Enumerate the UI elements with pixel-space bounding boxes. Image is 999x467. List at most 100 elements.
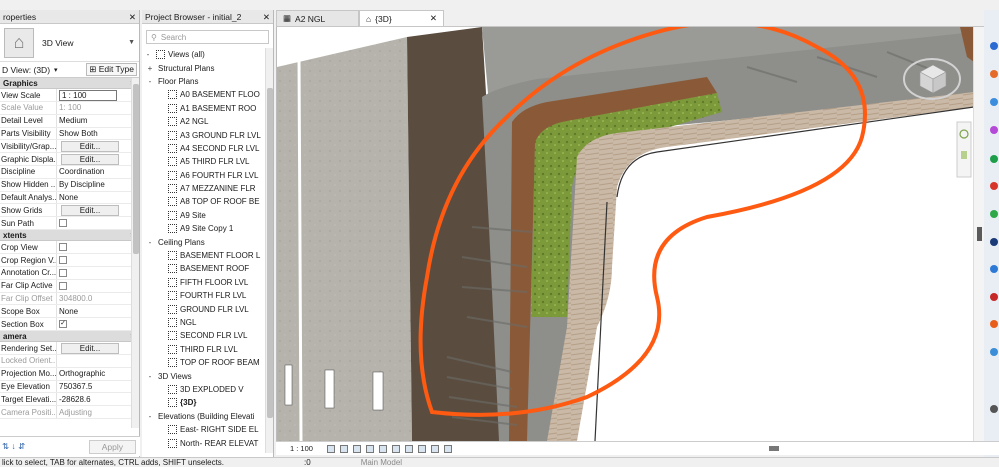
properties-scrollbar[interactable] xyxy=(131,78,139,428)
property-value[interactable]: Orthographic xyxy=(59,369,105,378)
browser-item[interactable]: 3D EXPLODED V xyxy=(142,383,273,396)
browser-item[interactable]: + Structural Plans xyxy=(142,61,273,74)
app-icon[interactable] xyxy=(990,293,998,301)
app-icon[interactable] xyxy=(990,320,998,328)
apply-button[interactable]: Apply xyxy=(88,439,136,454)
browser-item[interactable]: BASEMENT ROOF xyxy=(142,262,273,275)
browser-item[interactable]: SECOND FLR LVL xyxy=(142,329,273,342)
browser-item[interactable]: North- REAR ELEVAT xyxy=(142,436,273,449)
browser-item[interactable]: - Elevations (Building Elevati xyxy=(142,410,273,423)
browser-item[interactable]: A6 FOURTH FLR LVL xyxy=(142,169,273,182)
browser-item[interactable]: FOURTH FLR LVL xyxy=(142,289,273,302)
instance-filter[interactable]: D View: (3D) ▾ ⊞ Edit Type xyxy=(0,62,139,78)
property-checkbox[interactable] xyxy=(59,281,67,290)
collapse-icon[interactable]: - xyxy=(146,412,154,421)
property-value[interactable]: 1: 100 xyxy=(59,103,81,112)
browser-item[interactable]: - Ceiling Plans xyxy=(142,235,273,248)
browser-item[interactable]: NGL xyxy=(142,316,273,329)
browser-item[interactable]: - Floor Plans xyxy=(142,75,273,88)
browser-item[interactable]: A0 BASEMENT FLOO xyxy=(142,88,273,101)
browser-item[interactable]: A8 TOP OF ROOF BE xyxy=(142,195,273,208)
chevron-down-icon[interactable]: ▾ xyxy=(54,66,58,74)
app-icon[interactable] xyxy=(990,70,998,78)
crop-visible-icon[interactable] xyxy=(404,444,413,453)
property-input[interactable]: 1 : 100 xyxy=(59,89,117,101)
property-value[interactable]: Medium xyxy=(59,116,87,125)
browser-item[interactable]: FIFTH FLOOR LVL xyxy=(142,276,273,289)
shadows-icon[interactable] xyxy=(365,444,374,453)
browser-item[interactable]: GROUND FLR LVL xyxy=(142,302,273,315)
browser-scrollbar[interactable] xyxy=(265,48,273,453)
reveal-hidden-icon[interactable] xyxy=(443,444,452,453)
wifi-icon[interactable] xyxy=(990,405,998,413)
edit-type-button[interactable]: ⊞ Edit Type xyxy=(86,63,137,76)
collapse-icon[interactable]: - xyxy=(146,238,154,247)
sun-path-icon[interactable] xyxy=(352,444,361,453)
app-icon[interactable] xyxy=(990,238,998,246)
browser-item[interactable]: A3 GROUND FLR LVL xyxy=(142,128,273,141)
browser-item[interactable]: A2 NGL xyxy=(142,115,273,128)
browser-item[interactable]: -3D Views xyxy=(142,369,273,382)
active-model[interactable]: Main Model xyxy=(361,458,402,467)
collapse-icon[interactable]: - xyxy=(146,372,154,381)
browser-item[interactable]: A4 SECOND FLR LVL xyxy=(142,142,273,155)
chevron-down-icon[interactable]: ▼ xyxy=(128,39,135,46)
visual-style-icon[interactable] xyxy=(339,444,348,453)
property-value[interactable]: 750367.5 xyxy=(59,382,92,391)
property-checkbox[interactable] xyxy=(59,256,67,265)
app-icon[interactable] xyxy=(990,210,998,218)
property-checkbox[interactable]: ✓ xyxy=(59,320,67,329)
property-value[interactable]: 304800.0 xyxy=(59,294,92,303)
viewport-scrollbar[interactable] xyxy=(973,27,984,441)
browser-item[interactable]: THIRD FLR LVL xyxy=(142,343,273,356)
property-section[interactable]: amera⇞ xyxy=(0,330,139,343)
property-section[interactable]: Graphics⇞ xyxy=(0,78,139,90)
browser-item[interactable]: East- RIGHT SIDE EL xyxy=(142,423,273,436)
sort-icon[interactable]: ⇅ ↓ ⇵ xyxy=(2,441,25,452)
edit-button[interactable]: Edit... xyxy=(61,153,119,165)
scroll-thumb[interactable] xyxy=(267,88,273,418)
browser-item[interactable]: A7 MEZZANINE FLR xyxy=(142,182,273,195)
tab-a2-ngl[interactable]: ▦ A2 NGL xyxy=(276,10,359,26)
property-checkbox[interactable] xyxy=(59,243,67,252)
lock-icon[interactable] xyxy=(417,444,426,453)
scroll-thumb[interactable] xyxy=(133,84,139,254)
search-input[interactable]: ⚲ Search xyxy=(146,30,269,44)
expand-icon[interactable]: + xyxy=(146,64,154,73)
edit-button[interactable]: Edit... xyxy=(61,140,119,152)
browser-item[interactable]: BASEMENT FLOOR L xyxy=(142,249,273,262)
property-section[interactable]: xtents⇞ xyxy=(0,230,139,242)
property-value[interactable]: Adjusting xyxy=(59,408,92,417)
3d-viewport[interactable] xyxy=(276,27,973,441)
property-value[interactable]: Show Both xyxy=(59,129,98,138)
temp-hide-icon[interactable] xyxy=(430,444,439,453)
app-icon[interactable] xyxy=(990,98,998,106)
browser-item[interactable]: - Views (all) xyxy=(142,48,273,61)
collapse-icon[interactable]: - xyxy=(146,77,154,86)
browser-item[interactable]: A1 BASEMENT ROO xyxy=(142,102,273,115)
app-icon[interactable] xyxy=(990,155,998,163)
horizontal-scroll-thumb[interactable] xyxy=(769,446,779,451)
property-value[interactable]: -28628.6 xyxy=(59,395,91,404)
close-icon[interactable]: ✕ xyxy=(263,12,270,22)
property-value[interactable]: None xyxy=(59,193,78,202)
app-icon[interactable] xyxy=(990,182,998,190)
browser-item[interactable]: A9 Site Copy 1 xyxy=(142,222,273,235)
view-scale[interactable]: 1 : 100 xyxy=(290,444,313,453)
browser-item[interactable]: TOP OF ROOF BEAM xyxy=(142,356,273,369)
edit-button[interactable]: Edit... xyxy=(61,342,119,354)
property-value[interactable]: By Discipline xyxy=(59,180,105,189)
browser-item[interactable]: A9 Site xyxy=(142,209,273,222)
browser-item[interactable]: A5 THIRD FLR LVL xyxy=(142,155,273,168)
type-selector[interactable]: ⌂ 3D View ▼ xyxy=(0,24,139,62)
tab-3d[interactable]: ⌂ {3D} ✕ xyxy=(359,10,444,26)
collapse-icon[interactable]: - xyxy=(144,50,152,59)
close-icon[interactable]: ✕ xyxy=(129,12,136,22)
navigation-bar[interactable] xyxy=(956,121,972,178)
property-value[interactable]: None xyxy=(59,307,78,316)
edit-button[interactable]: Edit... xyxy=(61,204,119,216)
app-icon[interactable] xyxy=(990,42,998,50)
crop-icon[interactable] xyxy=(391,444,400,453)
scroll-thumb[interactable] xyxy=(977,227,982,241)
browser-item[interactable]: {3D} xyxy=(142,396,273,409)
